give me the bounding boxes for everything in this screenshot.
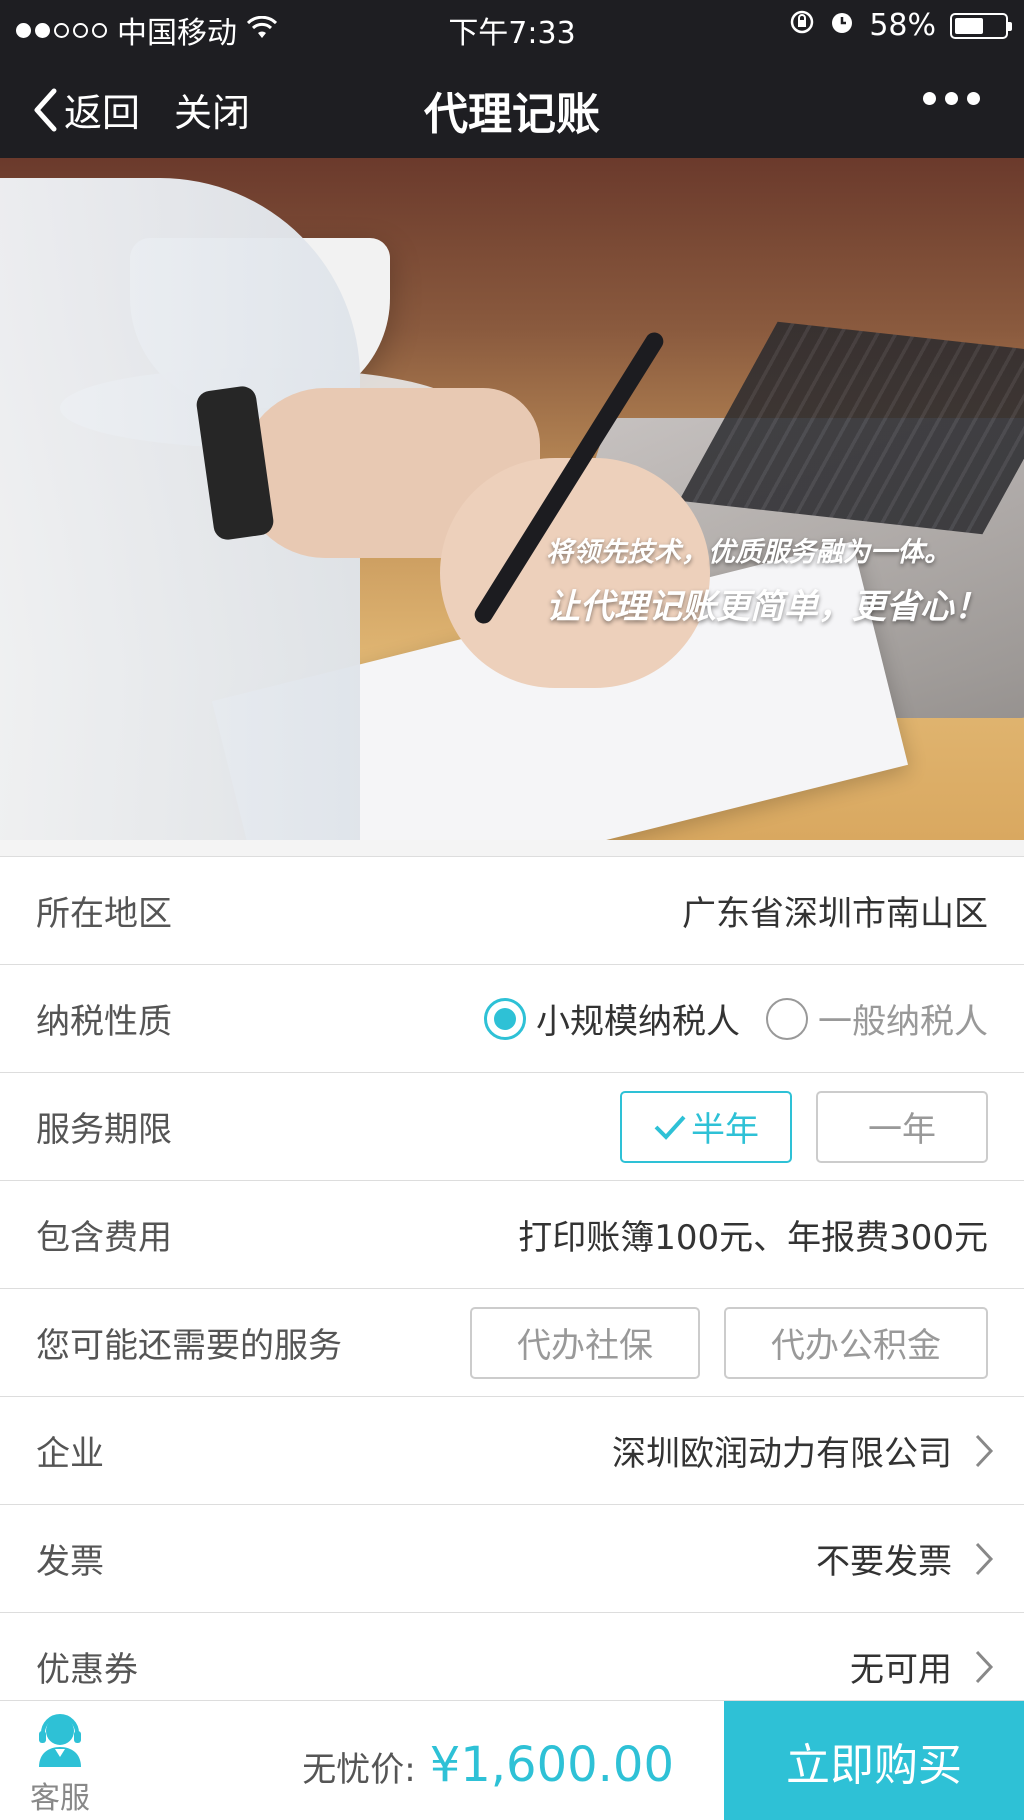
- battery-icon: [950, 12, 1012, 39]
- tax-type-label: 纳税性质: [36, 1002, 172, 1042]
- page-title: 代理记账: [424, 89, 600, 140]
- tax-type-options: 小规模纳税人 一般纳税人: [458, 994, 988, 1043]
- radio-unchecked-icon: [766, 997, 808, 1040]
- period-half-year-button[interactable]: 半年: [620, 1090, 792, 1163]
- top-bar: 中国移动 下午7:33 58% 返回 关闭 代理记账: [0, 0, 1024, 158]
- keyboard-shape: [679, 321, 1024, 535]
- period-label: 服务期限: [36, 1110, 172, 1150]
- fees-row: 包含费用 打印账簿100元、年报费300元: [0, 1181, 1024, 1289]
- social-insurance-button[interactable]: 代办社保: [470, 1306, 700, 1379]
- radio-general[interactable]: 一般纳税人: [766, 994, 988, 1043]
- company-label: 企业: [36, 1434, 104, 1474]
- extra-services-options: 代办社保 代办公积金: [470, 1306, 988, 1379]
- region-value: 广东省深圳市南山区: [682, 894, 988, 934]
- invoice-value: 不要发票: [816, 1542, 952, 1582]
- chevron-right-icon: [975, 1650, 994, 1683]
- invoice-label: 发票: [36, 1542, 104, 1582]
- period-row: 服务期限 半年 一年: [0, 1073, 1024, 1181]
- order-form: 所在地区 广东省深圳市南山区 纳税性质 小规模纳税人 一般纳税人 服务期限 半年: [0, 856, 1024, 1721]
- banner-slogan: 将领先技术，优质服务融为一体。 让代理记账更简单，更省心！: [546, 530, 988, 628]
- price-label: 无忧价:: [302, 1750, 416, 1790]
- customer-service-button[interactable]: 客服: [20, 1711, 100, 1817]
- more-icon[interactable]: [923, 92, 980, 105]
- customer-service-label: 客服: [30, 1781, 90, 1816]
- hero-banner: 将领先技术，优质服务融为一体。 让代理记账更简单，更省心！: [0, 158, 1024, 840]
- customer-service-icon: [39, 1714, 81, 1767]
- status-bar: 中国移动 下午7:33 58%: [0, 0, 1024, 52]
- invoice-row[interactable]: 发票 不要发票: [0, 1505, 1024, 1613]
- radio-small-scale-label: 小规模纳税人: [536, 1002, 740, 1042]
- fees-label: 包含费用: [36, 1218, 172, 1258]
- price-block: 无忧价: ¥1,600.00: [302, 1737, 674, 1793]
- period-options: 半年 一年: [620, 1090, 988, 1163]
- invoice-value-wrap: 不要发票: [816, 1534, 994, 1583]
- extra-services-row: 您可能还需要的服务 代办社保 代办公积金: [0, 1289, 1024, 1397]
- housing-fund-button[interactable]: 代办公积金: [724, 1306, 988, 1379]
- period-half-year-label: 半年: [691, 1110, 759, 1150]
- bottom-bar: 客服 无忧价: ¥1,600.00 立即购买: [0, 1700, 1024, 1820]
- nav-bar: 返回 关闭 代理记账: [0, 52, 1024, 158]
- extra-services-label: 您可能还需要的服务: [36, 1326, 342, 1366]
- company-value: 深圳欧润动力有限公司: [612, 1434, 952, 1474]
- coupon-value: 无可用: [850, 1650, 952, 1690]
- chevron-right-icon: [975, 1434, 994, 1467]
- buy-now-button[interactable]: 立即购买: [724, 1701, 1024, 1820]
- rotation-lock-icon: [789, 8, 815, 43]
- period-one-year-button[interactable]: 一年: [816, 1090, 988, 1163]
- company-row[interactable]: 企业 深圳欧润动力有限公司: [0, 1397, 1024, 1505]
- coupon-label: 优惠券: [36, 1650, 138, 1690]
- company-value-wrap: 深圳欧润动力有限公司: [612, 1426, 994, 1475]
- check-icon: [654, 1115, 686, 1140]
- status-right: 58%: [789, 8, 1012, 43]
- fees-value: 打印账簿100元、年报费300元: [518, 1218, 988, 1258]
- alarm-icon: [829, 8, 855, 43]
- region-row[interactable]: 所在地区 广东省深圳市南山区: [0, 857, 1024, 965]
- coupon-value-wrap: 无可用: [850, 1642, 994, 1691]
- radio-general-label: 一般纳税人: [818, 1002, 988, 1042]
- region-label: 所在地区: [36, 894, 172, 934]
- banner-line-2: 让代理记账更简单，更省心！: [546, 587, 988, 627]
- battery-percent: 58%: [869, 8, 936, 43]
- tax-type-row: 纳税性质 小规模纳税人 一般纳税人: [0, 965, 1024, 1073]
- banner-line-1: 将领先技术，优质服务融为一体。: [546, 537, 951, 568]
- radio-small-scale[interactable]: 小规模纳税人: [484, 994, 740, 1043]
- chevron-right-icon: [975, 1542, 994, 1575]
- radio-checked-icon: [484, 997, 526, 1040]
- price-value: ¥1,600.00: [429, 1737, 674, 1793]
